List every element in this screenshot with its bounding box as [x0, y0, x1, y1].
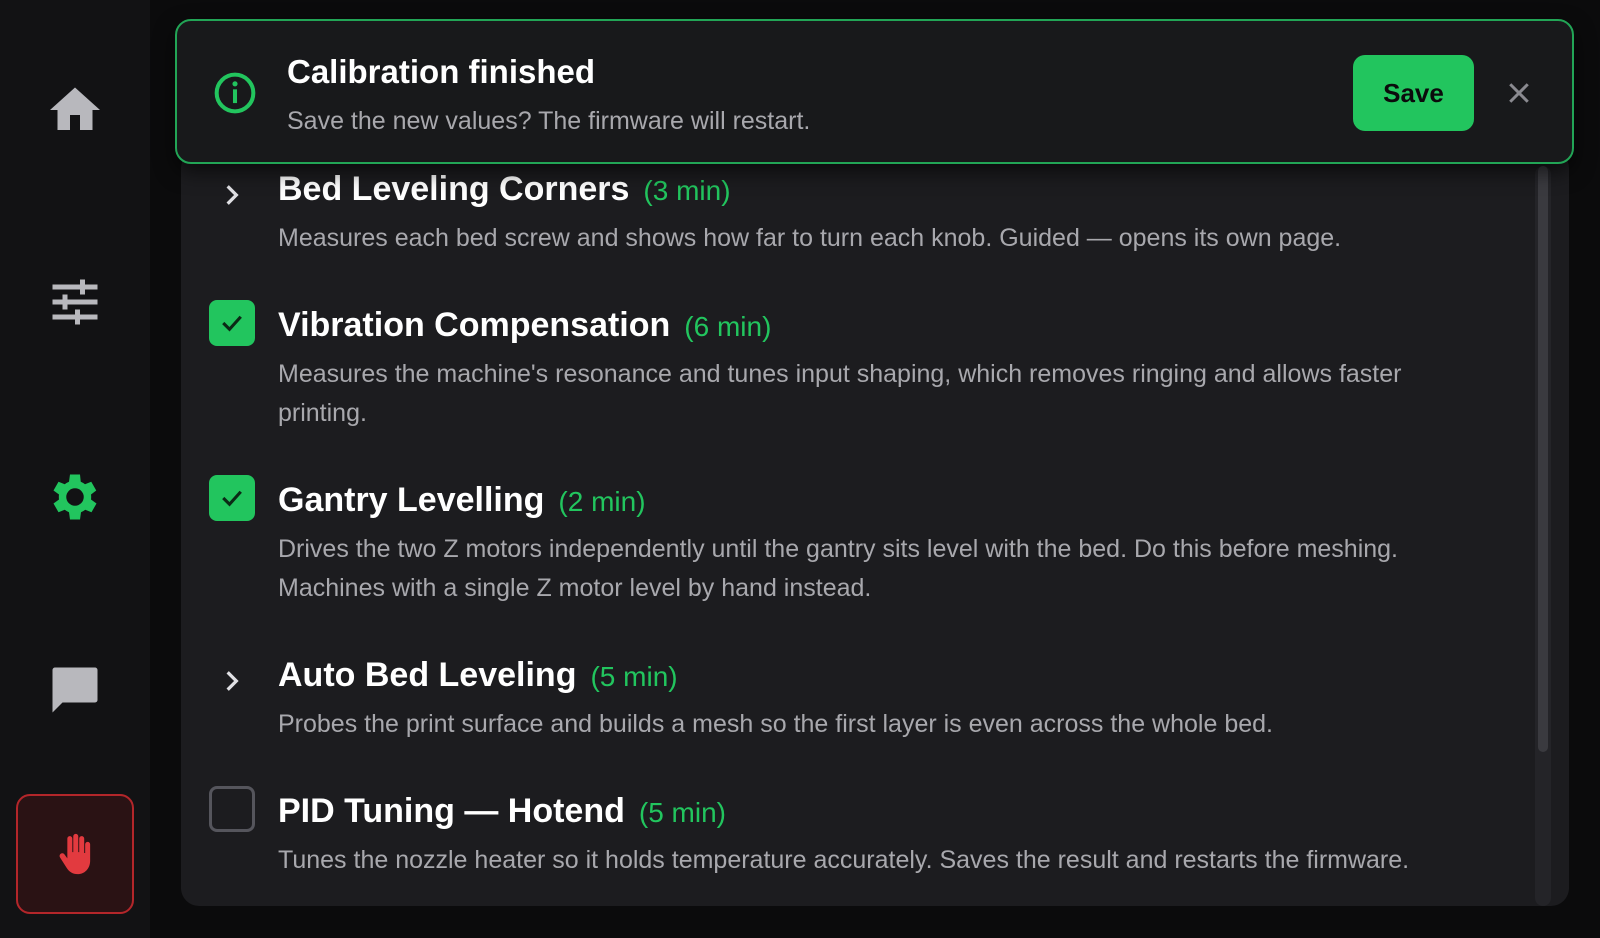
checkbox-unchecked[interactable]	[209, 786, 255, 832]
item-duration: (5 min)	[590, 661, 678, 692]
item-title: Bed Leveling Corners	[278, 170, 630, 208]
nav-controls[interactable]	[0, 242, 150, 362]
item-description: Probes the print surface and builds a me…	[278, 710, 1273, 738]
item-duration: (2 min)	[558, 486, 646, 517]
item-title: Auto Bed Leveling	[278, 656, 577, 694]
chevron-right-icon[interactable]	[209, 172, 255, 218]
scrollbar[interactable]	[1535, 166, 1551, 906]
toast-message: Save the new values? The firmware will r…	[287, 107, 811, 135]
sliders-icon	[52, 279, 98, 325]
item-description: Measures each bed screw and shows how fa…	[278, 224, 1342, 252]
item-duration: (3 min)	[643, 175, 731, 206]
save-button[interactable]: Save	[1353, 55, 1474, 131]
info-icon	[214, 72, 256, 114]
checkbox-checked[interactable]	[209, 475, 255, 521]
item-description: Drives the two Z motors independently un…	[278, 535, 1399, 602]
check-icon	[222, 315, 242, 332]
hand-stop-icon	[59, 833, 91, 875]
nav-home[interactable]	[0, 50, 150, 170]
check-icon	[222, 490, 242, 507]
item-description: Measures the machine's resonance and tun…	[278, 360, 1402, 427]
toast-title: Calibration finished	[287, 53, 596, 90]
chat-icon	[52, 667, 98, 713]
home-icon	[50, 87, 100, 130]
nav-settings[interactable]	[0, 437, 150, 557]
gear-icon	[53, 474, 97, 520]
item-title: PID Tuning — Hotend	[278, 792, 625, 830]
nav-console[interactable]	[0, 630, 150, 750]
calibration-list: Bed Leveling Corners (3 min) Measures ea…	[181, 150, 1569, 906]
calibration-toast: Calibration finished Save the new values…	[175, 19, 1574, 164]
item-duration: (5 min)	[638, 797, 726, 828]
close-icon	[1509, 83, 1529, 103]
chevron-right-icon[interactable]	[209, 658, 255, 704]
item-description: Tunes the nozzle heater so it holds temp…	[278, 846, 1410, 874]
item-duration: (6 min)	[684, 311, 772, 342]
item-title: Gantry Levelling	[278, 481, 545, 519]
checkbox-checked[interactable]	[209, 300, 255, 346]
close-button[interactable]	[1499, 73, 1539, 113]
sidebar	[0, 0, 150, 938]
emergency-stop-button[interactable]	[16, 794, 134, 914]
scrollbar-thumb[interactable]	[1538, 166, 1548, 752]
item-title: Vibration Compensation	[278, 306, 671, 344]
